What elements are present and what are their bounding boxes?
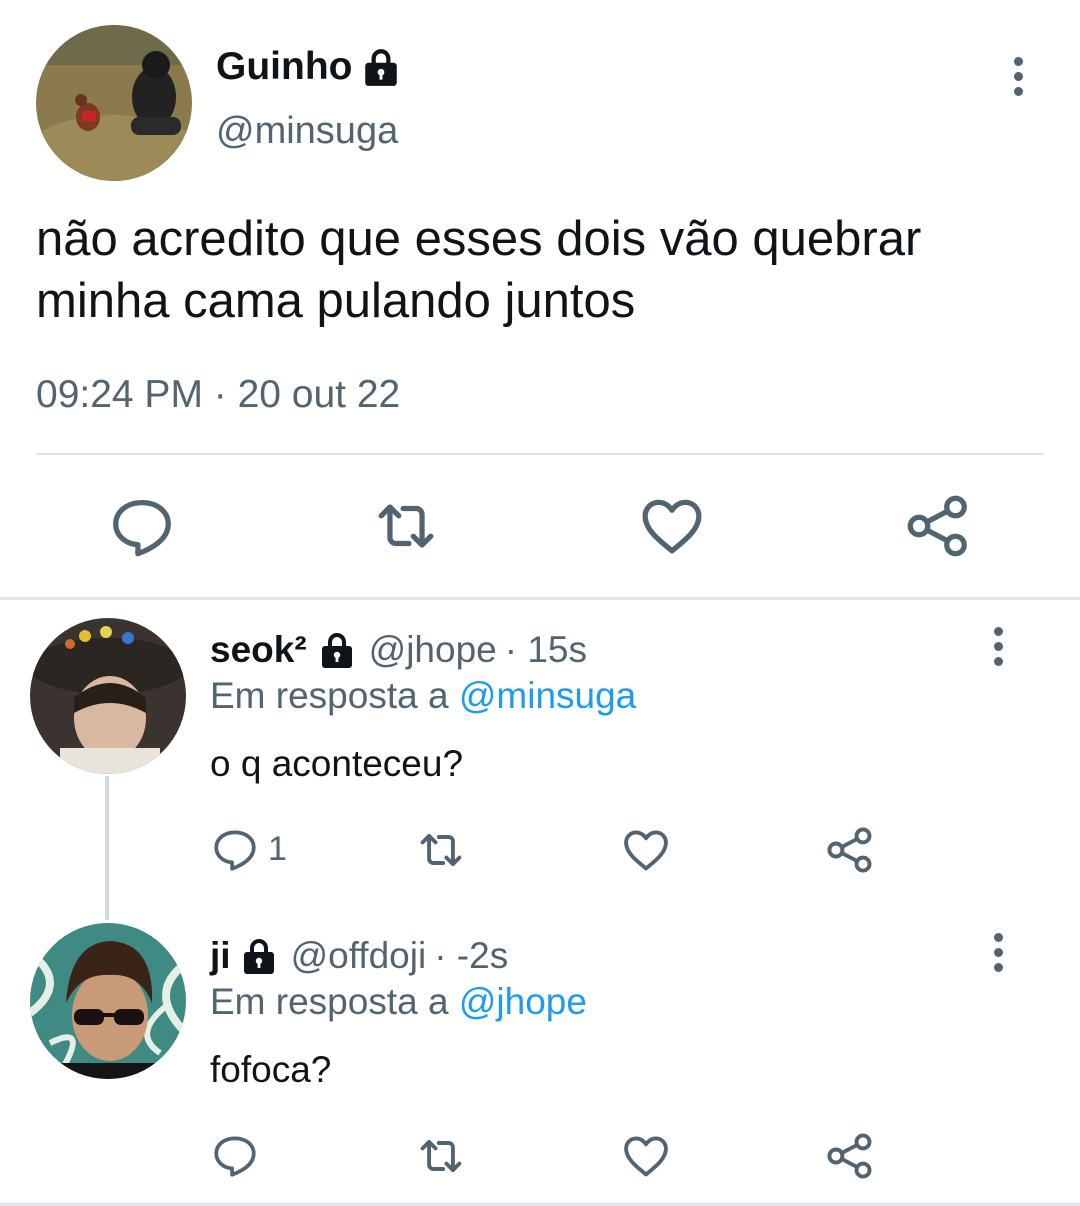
section-divider	[0, 597, 1080, 600]
avatar[interactable]	[36, 25, 192, 181]
tweet-text: não acredito que esses dois vão quebrar …	[36, 208, 921, 332]
user-handle[interactable]: @jhope	[369, 629, 497, 671]
tweet-text-line: não acredito que esses dois vão quebrar	[36, 212, 922, 266]
share-icon	[824, 824, 876, 876]
more-vertical-icon[interactable]	[988, 933, 1008, 972]
user-handle[interactable]: @offdoji	[291, 935, 427, 977]
lock-icon	[317, 630, 357, 670]
reply-button[interactable]: 1	[210, 824, 287, 874]
user-handle[interactable]: @minsuga	[216, 110, 398, 153]
share-icon	[824, 1130, 876, 1182]
reply-time[interactable]: · 15s	[505, 629, 587, 671]
reply-button[interactable]	[107, 491, 177, 561]
reply-text: o q aconteceu?	[210, 743, 464, 784]
reply-icon	[107, 491, 177, 561]
retweet-icon	[415, 824, 467, 876]
retweet-button[interactable]	[415, 824, 467, 876]
divider	[36, 453, 1044, 455]
reply-context: Em resposta a @minsuga	[210, 675, 636, 717]
like-button[interactable]	[637, 491, 707, 561]
retweet-icon	[415, 1130, 467, 1182]
tweet-timestamp[interactable]: 09:24 PM · 20 out 22	[36, 373, 400, 417]
display-name[interactable]: ji	[210, 935, 231, 977]
reply-time[interactable]: · -2s	[434, 935, 508, 977]
retweet-button[interactable]	[371, 491, 441, 561]
reply-text: fofoca?	[210, 1049, 332, 1090]
share-button[interactable]	[824, 824, 876, 876]
reply-icon	[210, 824, 260, 874]
display-name[interactable]: seok²	[210, 629, 307, 671]
like-icon	[637, 491, 707, 561]
lock-icon	[360, 46, 402, 88]
retweet-icon	[371, 491, 441, 561]
reply-context: Em resposta a @jhope	[210, 981, 587, 1023]
share-button[interactable]	[824, 1130, 876, 1182]
share-icon	[903, 491, 973, 561]
like-icon	[620, 824, 672, 876]
lock-icon	[239, 936, 279, 976]
reply-button[interactable]	[210, 1130, 260, 1180]
like-icon	[620, 1130, 672, 1182]
display-name[interactable]: Guinho	[216, 45, 352, 89]
mention-link[interactable]: @minsuga	[459, 675, 636, 716]
avatar[interactable]	[30, 618, 186, 774]
reply-icon	[210, 1130, 260, 1180]
like-button[interactable]	[620, 824, 672, 876]
tweet-text-line: minha cama pulando juntos	[36, 274, 636, 328]
share-button[interactable]	[903, 491, 973, 561]
reply-count: 1	[268, 829, 287, 868]
avatar[interactable]	[30, 923, 186, 1079]
retweet-button[interactable]	[415, 1130, 467, 1182]
mention-link[interactable]: @jhope	[459, 981, 587, 1022]
more-vertical-icon[interactable]	[1008, 57, 1028, 96]
more-vertical-icon[interactable]	[988, 627, 1008, 666]
like-button[interactable]	[620, 1130, 672, 1182]
reply-context-label: Em resposta a	[210, 675, 449, 716]
thread-connector	[105, 776, 109, 920]
reply-context-label: Em resposta a	[210, 981, 449, 1022]
